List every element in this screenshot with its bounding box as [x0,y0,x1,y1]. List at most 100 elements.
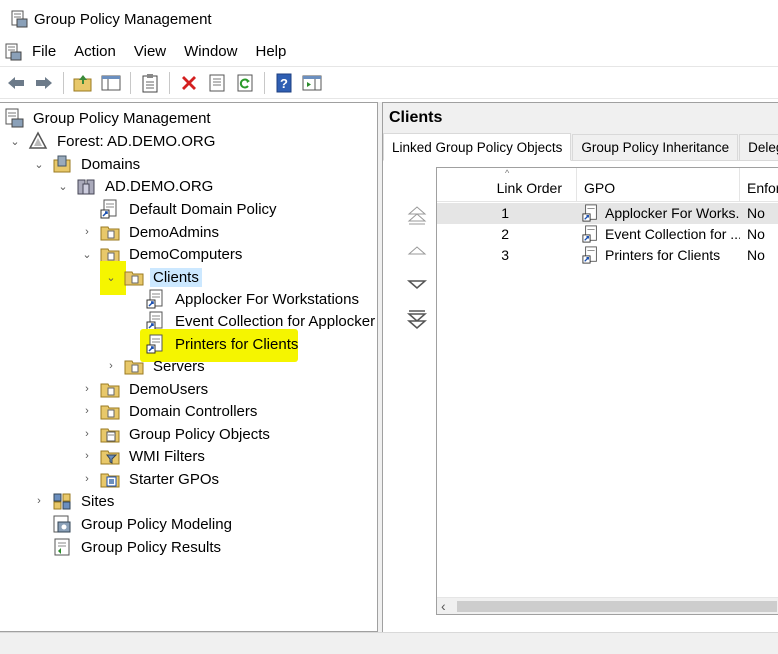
ou-folder-icon [100,226,120,241]
table-row[interactable]: 3 Printers for Clients No [437,245,778,266]
menu-file[interactable]: File [22,40,65,64]
table-row[interactable]: 2 Event Collection for ... No [437,224,778,245]
back-button[interactable] [4,71,28,95]
refresh-icon [237,74,253,91]
toolbar-separator [130,71,131,94]
show-hide-tree-button[interactable] [99,71,123,95]
refresh-button[interactable] [233,71,257,95]
tree-item-gp-results[interactable]: Group Policy Results [52,536,224,558]
gpo-container-icon [100,428,120,443]
move-to-top-icon [407,206,427,225]
delete-icon [182,75,196,90]
chevron-right-icon[interactable]: › [80,427,94,441]
cell-enforced: No [747,205,765,221]
tree-item-domains[interactable]: ⌄ Domains [32,153,143,175]
title-bar: Group Policy Management [0,0,778,38]
menu-window[interactable]: Window [175,40,246,64]
chevron-down-icon[interactable]: ⌄ [80,247,94,261]
clipboard-button[interactable] [138,71,162,95]
chevron-right-icon[interactable]: › [80,449,94,463]
scroll-left-icon[interactable]: ‹ [441,598,446,614]
tree-item-forest[interactable]: ⌄ Forest: AD.DEMO.ORG [8,130,218,152]
gpo-link-icon [146,311,163,331]
chevron-right-icon[interactable]: › [80,382,94,396]
chevron-down-icon[interactable]: ⌄ [8,134,22,148]
move-up-icon [407,246,427,255]
horizontal-scrollbar[interactable]: ‹ [437,597,778,614]
clipboard-icon [142,73,158,92]
system-menu-icon[interactable] [4,43,22,61]
tree-label: Forest: AD.DEMO.ORG [57,132,216,150]
chevron-right-icon[interactable]: › [80,225,94,239]
column-label: GPO [584,180,616,196]
tree-label: Domains [81,155,141,173]
cell-link-order: 3 [501,247,509,263]
properties-button[interactable] [205,71,229,95]
tree-item-default-domain-policy[interactable]: Default Domain Policy [100,198,280,220]
details-title: Clients [383,103,778,131]
tree-item-group-policy-objects[interactable]: › Group Policy Objects [80,423,273,445]
tree-label: Group Policy Management [33,109,211,127]
column-header-link-order[interactable]: ^ Link Order [437,168,577,202]
tree-label: Domain Controllers [129,402,258,420]
tree-item-domain-controllers[interactable]: › Domain Controllers [80,400,260,422]
gpo-link-icon [146,289,163,309]
chevron-down-icon[interactable]: ⌄ [56,179,70,193]
tree-item-demousers[interactable]: › DemoUsers [80,378,211,400]
tree-item-clients[interactable]: ⌄ Clients [104,266,202,288]
tree-item-servers[interactable]: › Servers [104,355,208,377]
menu-help[interactable]: Help [246,40,295,64]
move-down-icon [407,280,427,289]
gpmc-icon [5,108,24,128]
chevron-right-icon[interactable]: › [80,404,94,418]
tree-item-domain[interactable]: ⌄ AD.DEMO.ORG [56,175,216,197]
column-header-gpo[interactable]: GPO [577,168,740,202]
move-up-button[interactable] [403,236,431,264]
tree-label: WMI Filters [129,447,205,465]
help-button[interactable]: ? [272,71,296,95]
menu-action[interactable]: Action [65,40,125,64]
gpmc-window: Group Policy Management File Action View… [0,0,778,654]
move-down-button[interactable] [403,271,431,299]
tab-linked-gpos[interactable]: Linked Group Policy Objects [383,133,572,161]
up-one-level-button[interactable] [71,71,95,95]
chevron-right-icon[interactable]: › [104,359,118,373]
column-label: Link Order [496,180,562,196]
tree-item-gpo-link[interactable]: Applocker For Workstations [146,288,362,310]
chevron-right-icon[interactable]: › [32,494,46,508]
delete-button[interactable] [177,71,201,95]
ou-folder-icon [124,271,144,286]
forward-button[interactable] [32,71,56,95]
scrollbar-thumb[interactable] [457,601,777,612]
move-to-bottom-button[interactable] [403,306,431,334]
tree-item-gpmc-root[interactable]: Group Policy Management [4,107,214,129]
tree-label: Starter GPOs [129,470,220,488]
tree-item-gpo-link[interactable]: Printers for Clients [146,333,301,355]
tab-delegation[interactable]: Delega [739,134,778,160]
column-header-enforced[interactable]: Enfor [740,168,778,202]
action-pane-button[interactable] [300,71,324,95]
move-to-top-button[interactable] [403,201,431,229]
gpo-link-icon [582,204,597,222]
domains-icon [53,155,71,173]
tree-item-sites[interactable]: › Sites [32,490,117,512]
chevron-down-icon[interactable]: ⌄ [104,270,118,284]
toolbar-separator [169,71,170,94]
table-row[interactable]: 1 Applocker For Works... No [437,203,778,224]
chevron-down-icon[interactable]: ⌄ [32,157,46,171]
chevron-right-icon[interactable]: › [80,472,94,486]
tree-item-starter-gpos[interactable]: › Starter GPOs [80,468,222,490]
tree-item-wmi-filters[interactable]: › WMI Filters [80,445,208,467]
tree-label: DemoUsers [129,380,209,398]
gpo-link-icon [582,246,597,264]
domain-icon [77,179,95,195]
wmi-filter-icon [100,450,120,465]
move-to-bottom-icon [407,310,427,329]
tree-item-gp-modeling[interactable]: Group Policy Modeling [52,513,235,535]
link-order-buttons [403,201,433,341]
toolbar-separator [264,71,265,94]
tree-label: AD.DEMO.ORG [105,177,214,195]
menu-view[interactable]: View [125,40,175,64]
tab-gp-inheritance[interactable]: Group Policy Inheritance [572,134,739,160]
tree-item-demoadmins[interactable]: › DemoAdmins [80,221,222,243]
